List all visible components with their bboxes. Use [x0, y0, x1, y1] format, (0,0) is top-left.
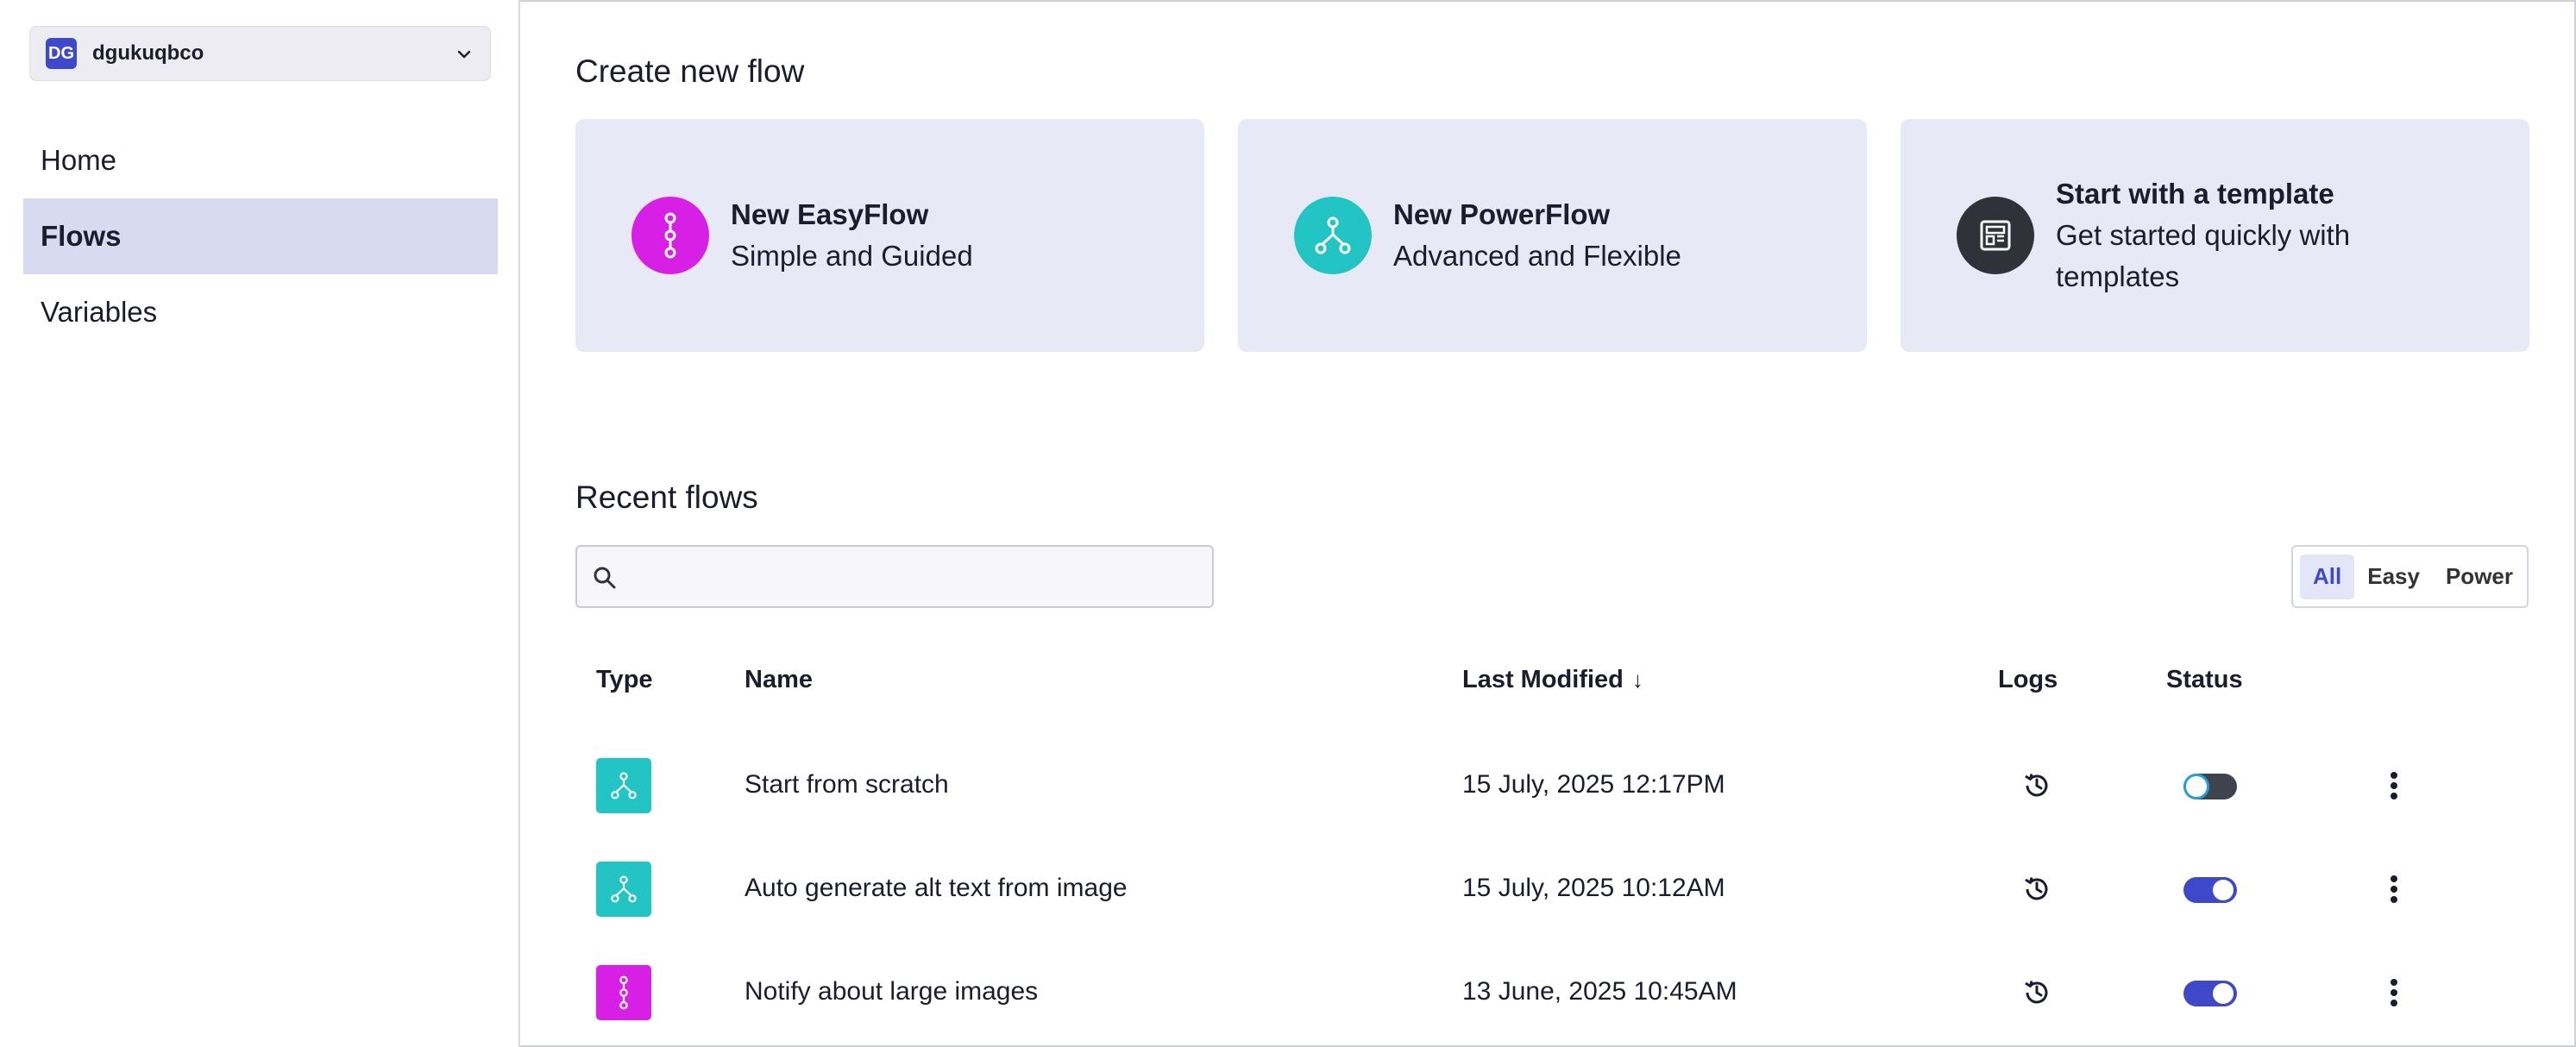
column-header-status: Status — [2166, 666, 2243, 693]
create-flow-heading: Create new flow — [575, 53, 805, 89]
toggle-knob — [2213, 983, 2234, 1004]
type-filter: All Easy Power — [2291, 545, 2529, 608]
column-header-label: Last Modified — [1462, 666, 1624, 693]
filter-power-button[interactable]: Power — [2433, 555, 2526, 599]
workspace-switcher[interactable]: DG dgukuqbco — [29, 26, 491, 81]
more-options-icon[interactable] — [2381, 975, 2407, 1010]
card-title: New EasyFlow — [731, 198, 929, 230]
history-icon[interactable] — [2020, 975, 2054, 1010]
sidebar-item-home[interactable]: Home — [23, 122, 498, 198]
flow-name[interactable]: Notify about large images — [745, 977, 1038, 1006]
template-icon — [1957, 197, 2034, 274]
sidebar-item-variables[interactable]: Variables — [23, 274, 498, 350]
flow-name[interactable]: Start from scratch — [745, 770, 949, 799]
card-subtitle: Advanced and Flexible — [1393, 240, 1681, 272]
start-template-card[interactable]: Start with a template Get started quickl… — [1901, 119, 2529, 352]
sidebar-item-flows[interactable]: Flows — [23, 198, 498, 274]
history-icon[interactable] — [2020, 768, 2054, 803]
search-field[interactable] — [575, 545, 1214, 608]
powerflow-icon — [1294, 197, 1372, 274]
column-header-name: Name — [745, 666, 813, 693]
chevron-down-icon — [457, 50, 471, 59]
history-icon[interactable] — [2020, 872, 2054, 906]
powerflow-type-icon — [596, 862, 651, 917]
filter-easy-button[interactable]: Easy — [2354, 555, 2433, 599]
status-toggle[interactable] — [2183, 774, 2237, 799]
sidebar: DG dgukuqbco Home Flows Variables — [0, 0, 520, 1047]
flow-last-modified: 15 July, 2025 10:12AM — [1462, 874, 1725, 902]
filter-all-button[interactable]: All — [2300, 554, 2355, 599]
column-header-type: Type — [596, 666, 653, 693]
search-input[interactable] — [629, 547, 1198, 606]
card-subtitle: Simple and Guided — [731, 240, 973, 272]
flow-last-modified: 13 June, 2025 10:45AM — [1462, 977, 1737, 1006]
column-header-last-modified[interactable]: Last Modified ↓ — [1462, 666, 1643, 694]
card-subtitle: Get started quickly with templates — [2056, 219, 2351, 292]
powerflow-type-icon — [596, 758, 651, 813]
workspace-avatar: DG — [46, 38, 77, 69]
search-icon — [594, 567, 616, 589]
workspace-name: dgukuqbco — [92, 41, 204, 65]
easyflow-type-icon — [596, 965, 651, 1020]
status-toggle[interactable] — [2183, 981, 2237, 1006]
toggle-knob — [2213, 880, 2234, 900]
card-title: New PowerFlow — [1393, 198, 1611, 230]
card-title: Start with a template — [2056, 178, 2334, 210]
flow-name[interactable]: Auto generate alt text from image — [745, 874, 1128, 903]
new-easyflow-card[interactable]: New EasyFlow Simple and Guided — [575, 119, 1204, 352]
sort-descending-icon: ↓ — [1631, 667, 1643, 693]
more-options-icon[interactable] — [2381, 872, 2407, 906]
sidebar-item-label: Flows — [41, 220, 122, 252]
flow-last-modified: 15 July, 2025 12:17PM — [1462, 770, 1725, 799]
new-powerflow-card[interactable]: New PowerFlow Advanced and Flexible — [1238, 119, 1867, 352]
status-toggle[interactable] — [2183, 877, 2237, 903]
more-options-icon[interactable] — [2381, 768, 2407, 803]
sidebar-item-label: Variables — [41, 296, 158, 328]
column-header-logs: Logs — [1998, 666, 2058, 693]
toggle-knob — [2186, 776, 2207, 797]
easyflow-icon — [631, 197, 709, 274]
sidebar-item-label: Home — [41, 144, 117, 176]
recent-flows-heading: Recent flows — [575, 480, 758, 515]
